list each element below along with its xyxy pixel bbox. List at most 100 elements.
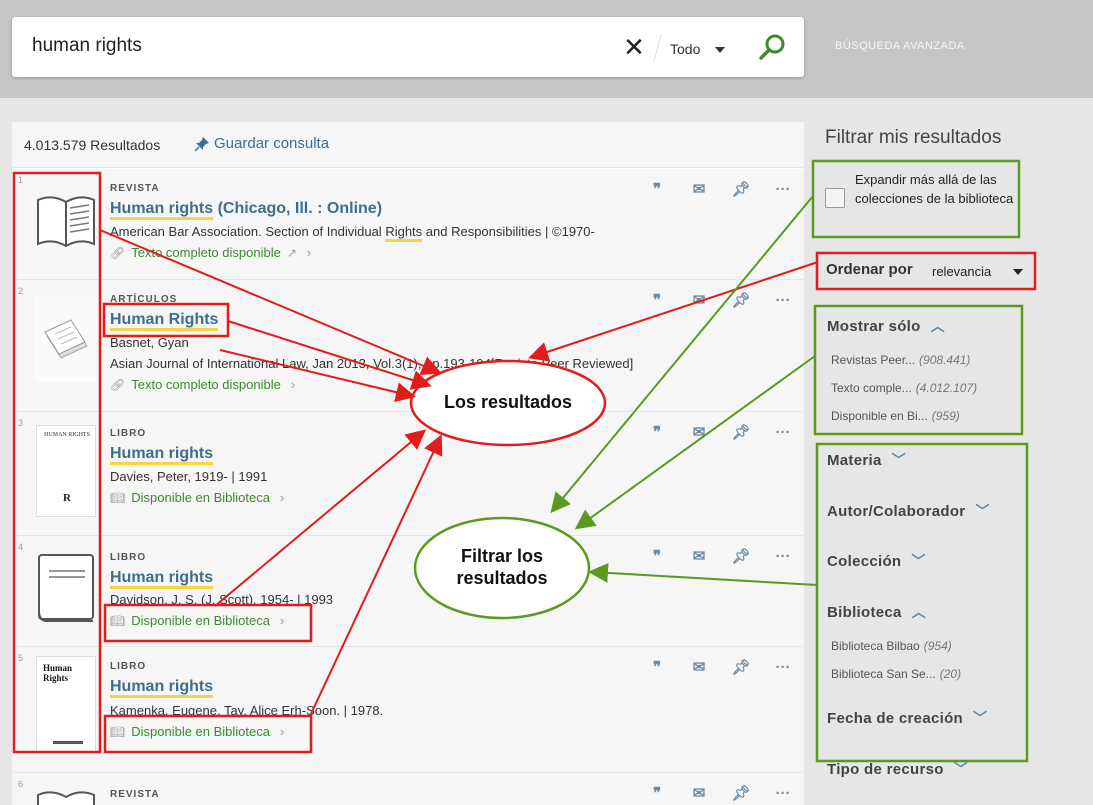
open-book-icon — [37, 791, 95, 805]
facet-option[interactable]: Revistas Peer... (908.441) — [831, 353, 970, 367]
cite-icon[interactable]: ❞ — [648, 181, 666, 198]
pin-icon[interactable]: 📌︎ — [731, 659, 750, 676]
facet-option-count: (908.441) — [919, 353, 971, 367]
expand-label[interactable]: Expandir más allá de las colecciones de … — [855, 170, 1015, 208]
email-icon[interactable]: ✉ — [690, 785, 708, 802]
result-title-link[interactable]: Human rights — [110, 678, 214, 698]
result-actions: ❞ ✉ 📌︎ ··· — [648, 548, 792, 566]
cite-icon[interactable]: ❞ — [648, 548, 666, 565]
facet-option-count: (4.012.107) — [915, 381, 978, 395]
result-actions: ❞ ✉ 📌︎ ··· — [648, 659, 792, 677]
result-number: 3 — [18, 418, 24, 428]
result-item: 6 REVISTA ❞ ✉ 📌︎ ··· — [12, 773, 804, 805]
advanced-search-link[interactable]: BÚSQUEDA AVANZADA — [835, 40, 965, 52]
availability-link[interactable]: 🔗︎ Texto completo disponible ↗ › — [110, 245, 311, 260]
article-pages-icon — [35, 296, 97, 382]
details-text: American Bar Association. Section of Ind… — [110, 224, 386, 239]
cover-publisher-mark — [53, 741, 83, 744]
email-icon[interactable]: ✉ — [690, 659, 708, 676]
pin-icon[interactable]: 📌︎ — [731, 785, 750, 802]
title-highlight: Human rights — [110, 678, 214, 698]
expand-checkbox[interactable] — [825, 188, 845, 208]
facet-biblioteca[interactable]: Biblioteca ︿ — [827, 602, 926, 622]
result-thumbnail[interactable]: Human Rights — [34, 656, 98, 752]
title-highlight: Human rights — [110, 569, 214, 589]
facet-option-count: (959) — [931, 409, 960, 423]
availability-link[interactable]: 📖︎ Disponible en Biblioteca › — [110, 613, 284, 628]
search-button[interactable] — [758, 32, 788, 62]
facet-materia[interactable]: Materia ﹀ — [827, 450, 906, 470]
result-thumbnail[interactable] — [34, 179, 98, 265]
chevron-down-icon: ﹀ — [973, 710, 988, 726]
facet-option[interactable]: Biblioteca San Se... (20) — [831, 667, 961, 681]
facet-show-only[interactable]: Mostrar sólo ︿ — [827, 316, 945, 336]
save-query-button[interactable]: Guardar consulta — [194, 135, 329, 152]
more-options-icon[interactable]: ··· — [774, 424, 792, 441]
link-icon: 🔗︎ — [110, 245, 126, 260]
sort-select[interactable]: relevancia — [932, 264, 991, 279]
cite-icon[interactable]: ❞ — [648, 659, 666, 676]
search-scope-select[interactable]: Todo — [670, 41, 700, 57]
chevron-down-icon: ﹀ — [953, 761, 969, 777]
facet-option[interactable]: Biblioteca Bilbao (954) — [831, 639, 952, 653]
chevron-up-icon: ︿ — [911, 604, 926, 620]
availability-link[interactable]: 🔗︎ Texto completo disponible › — [110, 377, 295, 392]
pin-icon[interactable]: 📌︎ — [731, 424, 750, 441]
result-actions: ❞ ✉ 📌︎ ··· — [648, 181, 792, 199]
facet-option[interactable]: Disponible en Bi... (959) — [831, 409, 960, 423]
availability-link[interactable]: 📖︎ Disponible en Biblioteca › — [110, 490, 284, 505]
result-thumbnail[interactable] — [34, 546, 98, 632]
more-options-icon[interactable]: ··· — [774, 785, 792, 802]
facet-option-label: Biblioteca San Se... — [831, 667, 936, 681]
availability-label: Disponible en Biblioteca — [131, 613, 270, 628]
search-header: ✕ Todo BÚSQUEDA AVANZADA — [0, 0, 1093, 98]
chevron-right-icon: › — [306, 245, 312, 260]
result-type: ARTÍCULOS — [110, 294, 178, 305]
email-icon[interactable]: ✉ — [690, 292, 708, 309]
facet-option[interactable]: Texto comple... (4.012.107) — [831, 381, 977, 395]
more-options-icon[interactable]: ··· — [774, 292, 792, 309]
cite-icon[interactable]: ❞ — [648, 424, 666, 441]
more-options-icon[interactable]: ··· — [774, 659, 792, 676]
facet-option-count: (20) — [939, 667, 962, 681]
facet-fecha[interactable]: Fecha de creación ﹀ — [827, 708, 987, 728]
facet-label: Colección — [827, 552, 902, 570]
facet-tipo[interactable]: Tipo de recurso ﹀ — [827, 759, 968, 779]
save-query-label: Guardar consulta — [214, 135, 330, 152]
clear-search-button[interactable]: ✕ — [619, 33, 649, 63]
results-callout-label: Los resultados — [443, 392, 573, 412]
facet-autor[interactable]: Autor/Colaborador ﹀ — [827, 501, 990, 521]
result-source: Asian Journal of International Law, Jan … — [110, 356, 634, 371]
result-title-link[interactable]: Human rights (Chicago, Ill. : Online) — [110, 200, 383, 220]
result-title-link[interactable]: Human Rights — [110, 311, 219, 331]
facet-label: Materia — [827, 451, 882, 469]
email-icon[interactable]: ✉ — [690, 181, 708, 198]
open-book-icon — [37, 196, 95, 248]
cite-icon[interactable]: ❞ — [648, 785, 666, 802]
facet-option-label: Texto comple... — [831, 381, 912, 395]
pin-icon[interactable]: 📌︎ — [731, 292, 750, 309]
result-title-link[interactable]: Human rights — [110, 445, 214, 465]
result-item: 3 HUMAN RIGHTS R LIBRO Human rights Davi… — [12, 412, 804, 536]
result-thumbnail[interactable] — [34, 785, 98, 805]
result-title-link[interactable]: Human rights — [110, 569, 214, 589]
email-icon[interactable]: ✉ — [690, 424, 708, 441]
chevron-right-icon: › — [280, 613, 285, 628]
result-author: Basnet, Gyan — [110, 335, 189, 350]
facet-label: Biblioteca — [827, 603, 902, 621]
availability-link[interactable]: 📖︎ Disponible en Biblioteca › — [110, 724, 284, 739]
caret-down-icon[interactable] — [1013, 269, 1023, 275]
facet-coleccion[interactable]: Colección ﹀ — [827, 551, 926, 571]
pin-icon[interactable]: 📌︎ — [731, 181, 750, 198]
email-icon[interactable]: ✉ — [690, 548, 708, 565]
result-thumbnail[interactable]: HUMAN RIGHTS R — [34, 425, 98, 517]
more-options-icon[interactable]: ··· — [774, 548, 792, 565]
caret-down-icon[interactable] — [715, 47, 725, 53]
sort-label: Ordenar por — [826, 261, 913, 278]
cite-icon[interactable]: ❞ — [648, 292, 666, 309]
more-options-icon[interactable]: ··· — [774, 181, 792, 198]
title-rest: (Chicago, Ill. : Online) — [213, 200, 383, 217]
result-thumbnail[interactable] — [34, 296, 98, 382]
pin-icon[interactable]: 📌︎ — [731, 548, 750, 565]
search-input[interactable] — [32, 35, 592, 57]
